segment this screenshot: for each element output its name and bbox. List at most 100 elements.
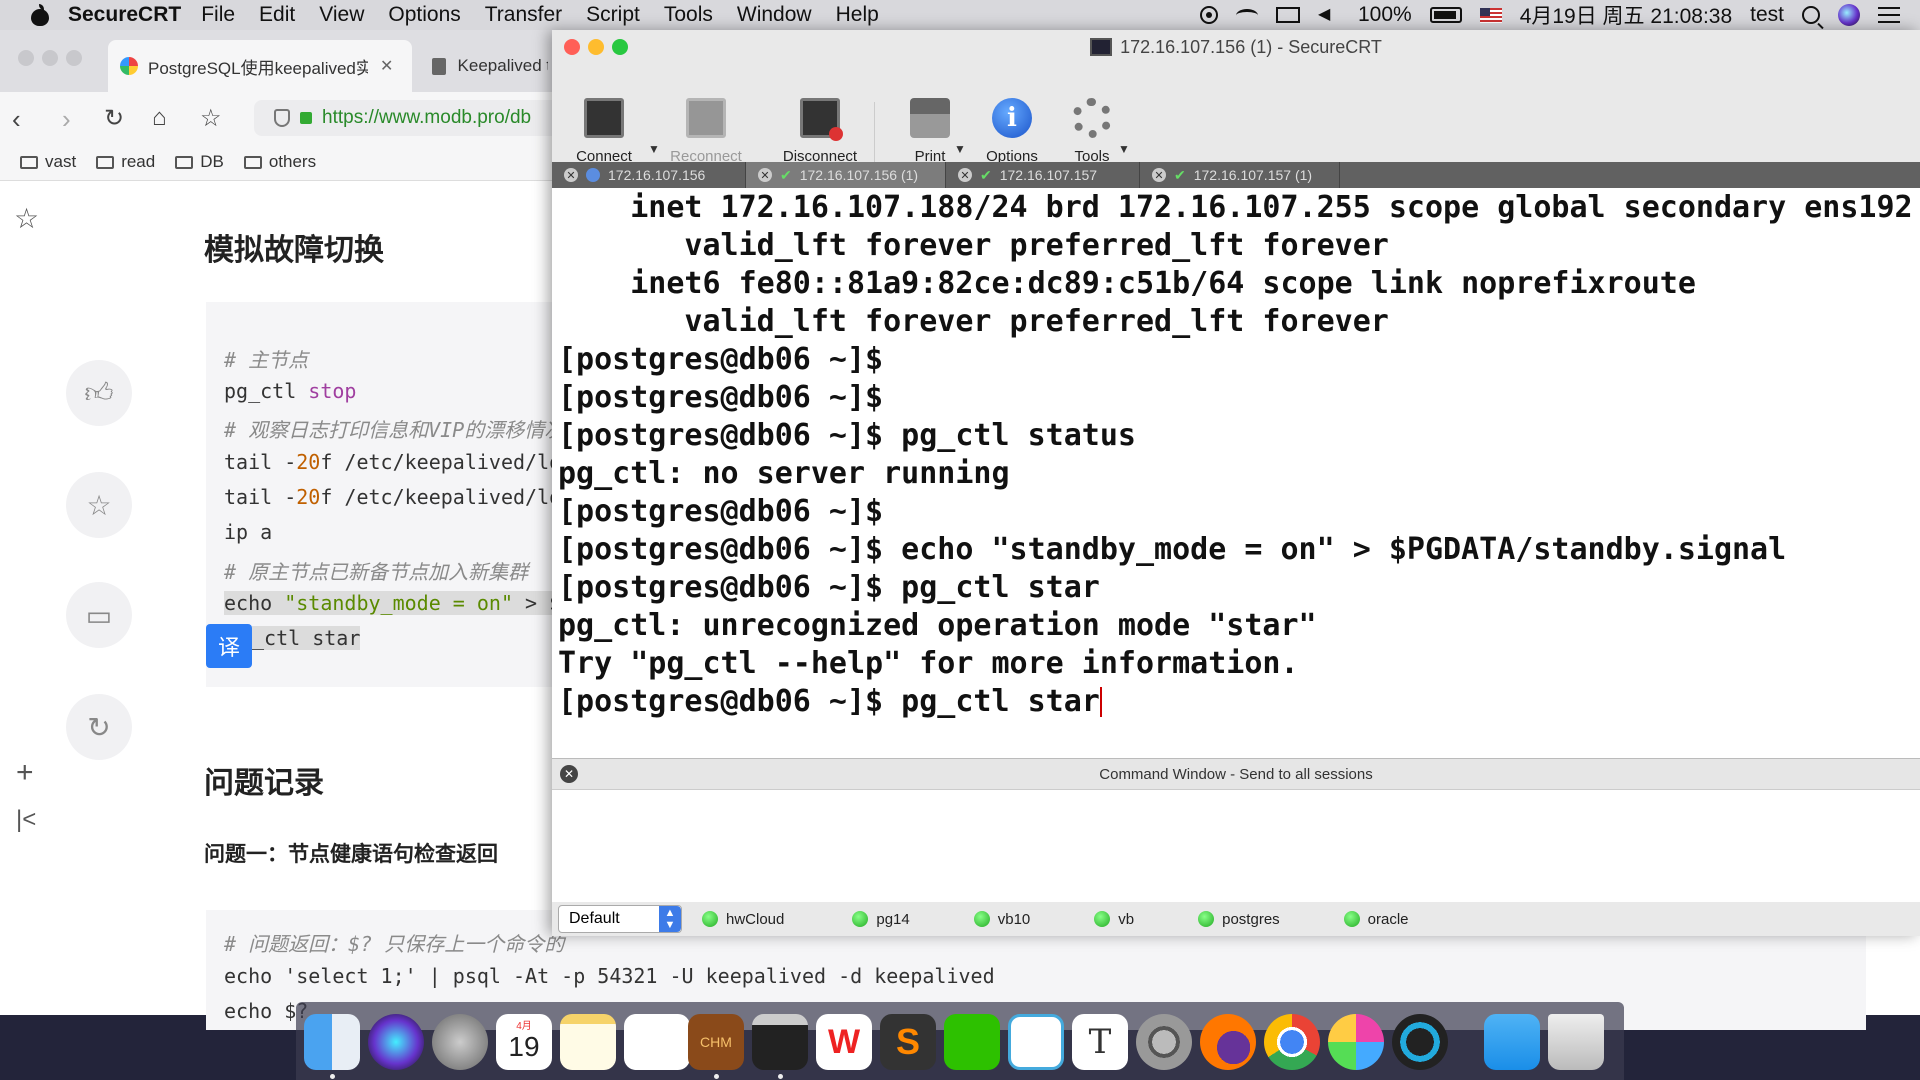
- spotlight-search-icon[interactable]: [1802, 6, 1820, 24]
- session-button-postgres[interactable]: postgres: [1198, 911, 1280, 928]
- back-icon[interactable]: ‹: [12, 104, 21, 135]
- window-close-button[interactable]: [564, 39, 580, 55]
- forward-icon[interactable]: ›: [62, 104, 71, 135]
- messages-icon[interactable]: [1008, 1014, 1064, 1070]
- quicktime-icon[interactable]: [1392, 1014, 1448, 1070]
- session-button-vb[interactable]: vb: [1094, 911, 1134, 928]
- browser-tab[interactable]: Keepalived t: [420, 40, 560, 92]
- connect-button[interactable]: Connect: [564, 98, 644, 165]
- app-menu[interactable]: SecureCRT: [68, 3, 181, 27]
- code-line-selected[interactable]: _ctl star: [252, 626, 361, 650]
- browser-zoom-button[interactable]: [66, 50, 82, 66]
- terminal-current-line: [postgres@db06 ~]$ pg_ctl star: [558, 687, 1102, 717]
- calendar-icon[interactable]: 4月 19: [496, 1014, 552, 1070]
- user-name[interactable]: test: [1750, 3, 1784, 27]
- wechat-icon[interactable]: [944, 1014, 1000, 1070]
- url-text[interactable]: https://www.modb.pro/db: [322, 107, 531, 129]
- close-tab-icon[interactable]: ✕: [758, 168, 772, 182]
- command-window-input[interactable]: [552, 790, 1920, 902]
- terminal-output[interactable]: inet 172.16.107.188/24 brd 172.16.107.25…: [552, 188, 1920, 758]
- notes-icon[interactable]: [560, 1014, 616, 1070]
- collapse-sidebar-icon[interactable]: |<: [16, 806, 36, 834]
- bookmark-folder-read[interactable]: read: [96, 152, 155, 172]
- menu-file[interactable]: File: [201, 3, 235, 27]
- bookmark-folder-others[interactable]: others: [243, 152, 316, 172]
- menu-view[interactable]: View: [319, 3, 364, 27]
- chm-reader-icon[interactable]: CHM: [688, 1014, 744, 1070]
- airplay-icon[interactable]: [1275, 7, 1300, 23]
- battery-icon[interactable]: [1429, 7, 1462, 23]
- menu-script[interactable]: Script: [586, 3, 640, 27]
- siri-icon[interactable]: [368, 1014, 424, 1070]
- session-button-pg14[interactable]: pg14: [852, 911, 910, 928]
- session-tab-active[interactable]: ✕ ✔ 172.16.107.156 (1): [746, 162, 946, 188]
- wifi-icon[interactable]: [1235, 8, 1258, 22]
- close-tab-icon[interactable]: ✕: [1152, 168, 1166, 182]
- system-preferences-icon[interactable]: [1136, 1014, 1192, 1070]
- home-icon[interactable]: ⌂: [152, 104, 167, 132]
- bookmark-folder-vast[interactable]: vast: [20, 152, 76, 172]
- chrome-canary-icon[interactable]: [1328, 1014, 1384, 1070]
- comment-button[interactable]: ▭: [66, 582, 132, 648]
- collect-button[interactable]: ☆: [66, 472, 132, 538]
- apple-menu-icon[interactable]: [30, 4, 50, 26]
- trash-icon[interactable]: [1548, 1014, 1604, 1070]
- finder-icon[interactable]: [304, 1014, 360, 1070]
- menu-window[interactable]: Window: [737, 3, 812, 27]
- reminders-icon[interactable]: [624, 1014, 690, 1070]
- window-zoom-button[interactable]: [612, 39, 628, 55]
- session-tab[interactable]: ✕ ✔ 172.16.107.157 (1): [1140, 162, 1340, 188]
- folder-icon[interactable]: [1484, 1014, 1540, 1070]
- tools-dropdown-icon[interactable]: ▼: [1118, 142, 1130, 156]
- session-tab[interactable]: ✕ ✔ 172.16.107.157: [946, 162, 1140, 188]
- session-info-icon: [586, 168, 600, 182]
- share-button[interactable]: ↻: [66, 694, 132, 760]
- volume-icon[interactable]: [1318, 4, 1340, 24]
- lock-icon[interactable]: [300, 112, 312, 124]
- menu-options[interactable]: Options: [388, 3, 460, 27]
- options-button[interactable]: i Options: [972, 98, 1052, 165]
- close-tab-icon[interactable]: ✕: [380, 56, 393, 76]
- close-tab-icon[interactable]: ✕: [564, 168, 578, 182]
- session-button-hwcloud[interactable]: hwCloud: [702, 911, 784, 928]
- menu-edit[interactable]: Edit: [259, 3, 295, 27]
- session-tab[interactable]: ✕ 172.16.107.156: [552, 162, 746, 188]
- firefox-icon[interactable]: [1200, 1014, 1256, 1070]
- connect-dropdown-icon[interactable]: ▼: [648, 142, 660, 156]
- chrome-icon[interactable]: [1264, 1014, 1320, 1070]
- menu-transfer[interactable]: Transfer: [485, 3, 562, 27]
- add-icon[interactable]: +: [16, 756, 34, 790]
- session-button-vb10[interactable]: vb10: [973, 911, 1030, 928]
- command-window-close-icon[interactable]: ✕: [560, 765, 578, 783]
- clock[interactable]: 4月19日 周五 21:08:38: [1520, 0, 1732, 30]
- wps-icon[interactable]: W: [816, 1014, 872, 1070]
- translate-button[interactable]: 译: [206, 624, 252, 668]
- session-button-oracle[interactable]: oracle: [1343, 911, 1409, 928]
- browser-minimize-button[interactable]: [42, 50, 58, 66]
- close-tab-icon[interactable]: ✕: [958, 168, 972, 182]
- tracking-shield-icon[interactable]: [274, 109, 290, 127]
- typora-icon[interactable]: T: [1072, 1014, 1128, 1070]
- disconnect-button[interactable]: Disconnect: [770, 98, 870, 165]
- input-source-flag-icon[interactable]: [1479, 7, 1502, 23]
- like-button[interactable]: 👍︎: [66, 360, 132, 426]
- notification-center-icon[interactable]: [1878, 7, 1900, 23]
- siri-icon[interactable]: [1838, 4, 1860, 26]
- print-dropdown-icon[interactable]: ▼: [954, 142, 966, 156]
- menu-tools[interactable]: Tools: [664, 3, 713, 27]
- browser-close-button[interactable]: [18, 50, 34, 66]
- sublime-icon[interactable]: S: [880, 1014, 936, 1070]
- securecrt-icon[interactable]: [752, 1014, 808, 1070]
- reload-icon[interactable]: ↻: [104, 104, 124, 133]
- browser-tab-active[interactable]: PostgreSQL使用keepalived实 ✕: [108, 40, 412, 92]
- screen-record-icon[interactable]: [1199, 6, 1218, 24]
- button-bar-select[interactable]: Default ▲ ▼: [558, 905, 682, 933]
- bookmark-star-icon[interactable]: ☆: [200, 104, 222, 133]
- window-minimize-button[interactable]: [588, 39, 604, 55]
- launchpad-icon[interactable]: [432, 1014, 488, 1070]
- bookmark-folder-db[interactable]: DB: [175, 152, 224, 172]
- reconnect-button[interactable]: Reconnect: [666, 98, 746, 165]
- code-line-selected[interactable]: echo "standby_mode = on" > $: [224, 591, 562, 615]
- menu-help[interactable]: Help: [836, 3, 879, 27]
- favorites-star-icon[interactable]: ☆: [14, 202, 39, 235]
